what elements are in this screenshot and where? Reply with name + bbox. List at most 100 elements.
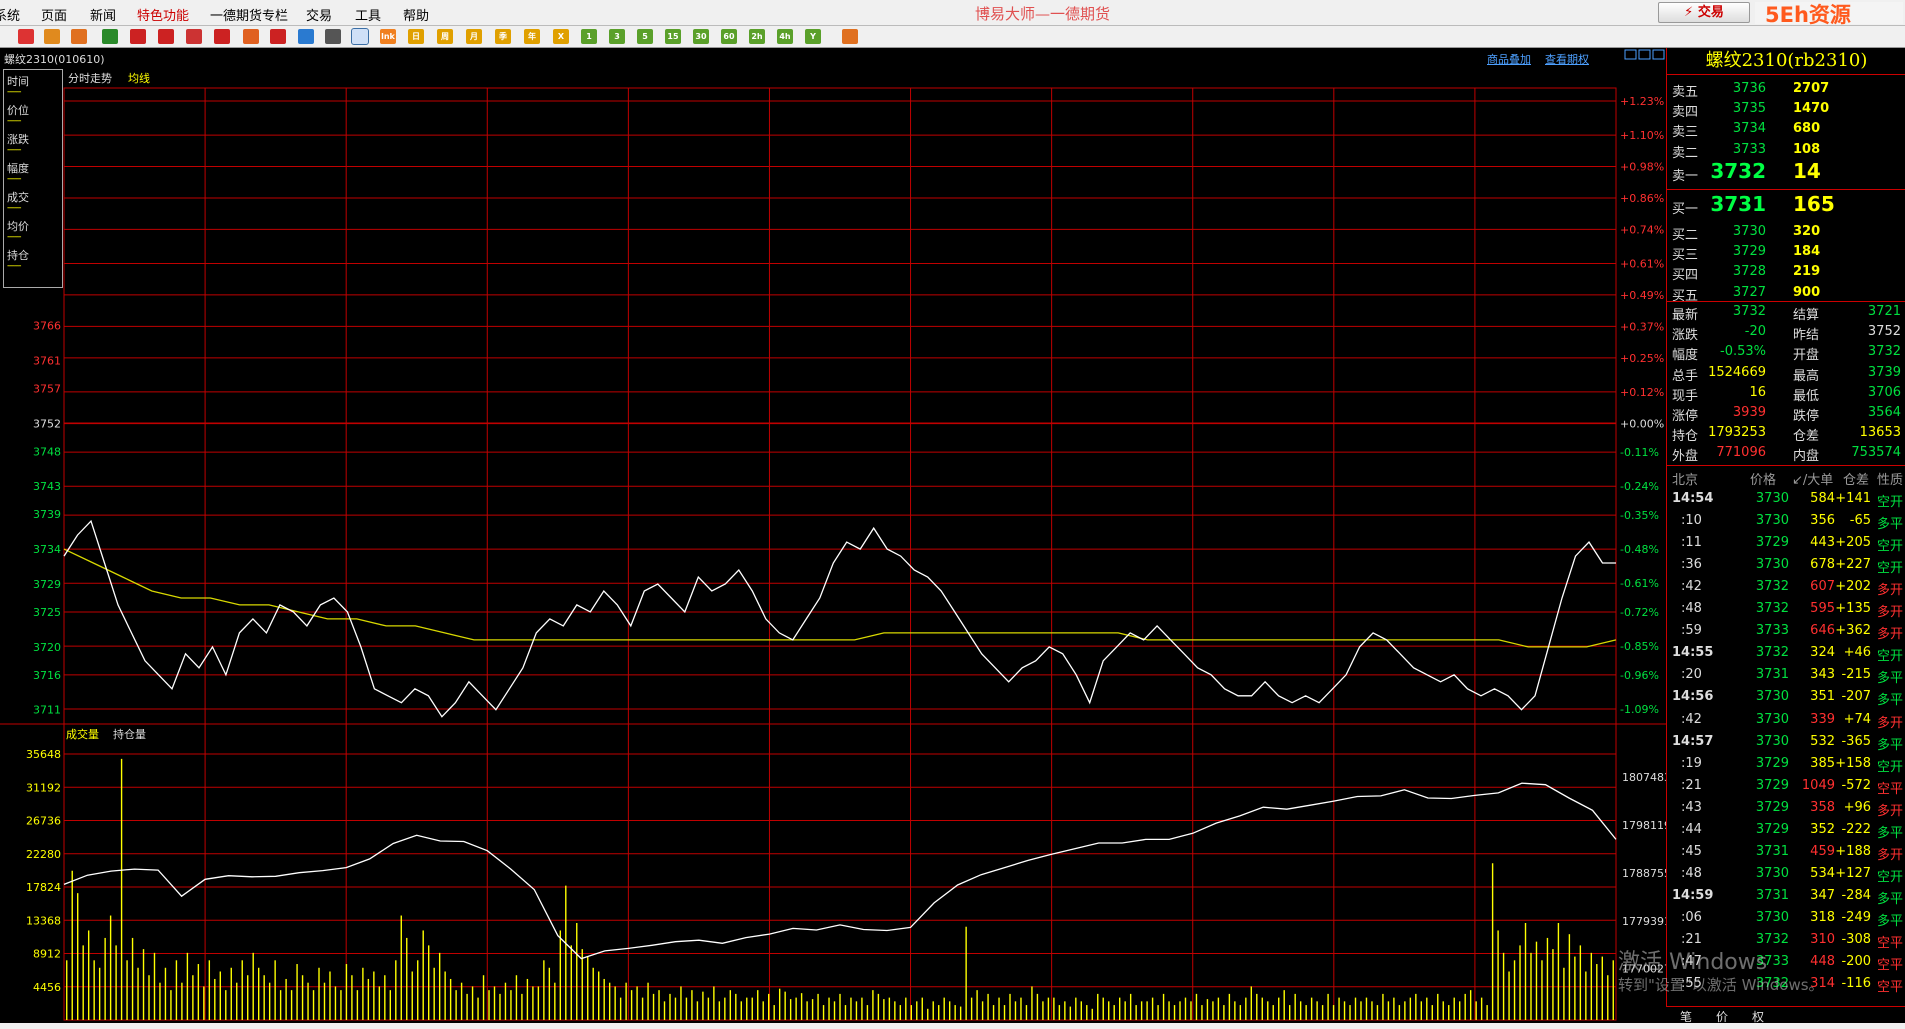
3min-icon[interactable]: 3 bbox=[609, 29, 625, 44]
refresh-icon[interactable] bbox=[102, 29, 118, 44]
stat-value: -20 bbox=[1744, 324, 1766, 340]
window-icon[interactable] bbox=[186, 29, 202, 44]
tick-oi-change: -116 bbox=[1841, 976, 1871, 992]
brush-icon[interactable] bbox=[243, 29, 259, 44]
60min-icon[interactable]: 60 bbox=[721, 29, 737, 44]
volume-tick-label: 4456 bbox=[33, 981, 61, 994]
4h-icon[interactable]: 4h bbox=[777, 29, 793, 44]
chart-restore-icon[interactable] bbox=[1624, 49, 1637, 60]
tick-row: :20 3731 343 -215 多平 bbox=[1667, 664, 1905, 686]
menu-page[interactable]: 页面 bbox=[41, 5, 67, 24]
stat-value: 3564 bbox=[1867, 405, 1901, 420]
home-icon[interactable] bbox=[18, 29, 34, 44]
month-icon[interactable]: 月 bbox=[466, 29, 482, 44]
price-tick-label: 3734 bbox=[33, 543, 61, 556]
oi-tick-label: 1807483 bbox=[1622, 771, 1666, 784]
zoom-out-icon[interactable] bbox=[158, 29, 174, 44]
bid-label: 买二 bbox=[1672, 228, 1699, 243]
tab-avg-line[interactable]: 均线 bbox=[128, 70, 150, 86]
menu-yide-column[interactable]: 一德期货专栏 bbox=[210, 5, 288, 24]
bid-label: 买三 bbox=[1672, 248, 1699, 264]
stat-value: 1524669 bbox=[1708, 364, 1766, 380]
stat-label: 内盘 bbox=[1793, 449, 1820, 465]
tick-oi-change: +96 bbox=[1843, 799, 1871, 815]
trade-button[interactable]: ⚡ 交易 bbox=[1658, 2, 1750, 23]
tick-volume: 343 bbox=[1810, 667, 1835, 683]
menu-tools[interactable]: 工具 bbox=[355, 5, 381, 24]
link-options[interactable]: 查看期权 bbox=[1545, 51, 1589, 67]
folder-icon[interactable] bbox=[44, 29, 60, 44]
pct-tick-label: -0.48% bbox=[1620, 543, 1659, 556]
tick-nature: 多开 bbox=[1876, 715, 1903, 731]
tick-time: :06 bbox=[1681, 909, 1702, 925]
calc-icon[interactable] bbox=[842, 29, 858, 44]
30min-icon[interactable]: 30 bbox=[693, 29, 709, 44]
tick-nature: 多开 bbox=[1876, 847, 1903, 863]
year-chart-icon[interactable]: Y bbox=[805, 29, 821, 44]
year-icon[interactable]: 年 bbox=[524, 29, 540, 44]
menu-system[interactable]: 系统 bbox=[0, 5, 20, 24]
tick-volume: 595 bbox=[1810, 601, 1835, 617]
chart-setup-icon[interactable] bbox=[298, 29, 314, 44]
tick-volume: 534 bbox=[1810, 865, 1835, 881]
pct-tick-label: +1.10% bbox=[1620, 129, 1664, 142]
pct-tick-label: +0.25% bbox=[1620, 352, 1664, 365]
tick-oi-change: +205 bbox=[1835, 535, 1871, 551]
quote-row: 卖一 3732 14 bbox=[1667, 159, 1905, 184]
5min-icon[interactable]: 5 bbox=[637, 29, 653, 44]
tick-row: 14:57 3730 532 -365 多平 bbox=[1667, 731, 1905, 753]
ask-volume: 680 bbox=[1793, 121, 1821, 137]
tick-header-price: 价格 bbox=[1750, 473, 1777, 488]
stat-label: 仓差 bbox=[1793, 429, 1820, 445]
oi-tick-label: 1798119 bbox=[1622, 819, 1666, 832]
season-icon[interactable]: 季 bbox=[495, 29, 511, 44]
quote-row: 买一 3731 165 bbox=[1667, 192, 1905, 217]
ask-label: 卖四 bbox=[1672, 105, 1699, 121]
filter-icon[interactable] bbox=[270, 29, 286, 44]
chart-close-icon[interactable] bbox=[1652, 49, 1665, 60]
menu-bar: 系统 页面 新闻 特色功能 一德期货专栏 交易 工具 帮助 博易大师—一德期货 … bbox=[0, 0, 1905, 53]
link-overlay[interactable]: 商品叠加 bbox=[1487, 51, 1531, 67]
tab-volume[interactable]: 成交量 bbox=[66, 726, 99, 742]
menu-news[interactable]: 新闻 bbox=[90, 5, 116, 24]
tick-row: :45 3731 459 +188 多开 bbox=[1667, 841, 1905, 863]
tick-row: :19 3729 385 +158 空开 bbox=[1667, 753, 1905, 775]
tick-nature: 多开 bbox=[1876, 627, 1903, 643]
2h-icon[interactable]: 2h bbox=[749, 29, 765, 44]
chart-maximize-icon[interactable] bbox=[1638, 49, 1651, 60]
cross-icon[interactable]: X bbox=[553, 29, 569, 44]
15min-icon[interactable]: 15 bbox=[665, 29, 681, 44]
ask-price: 3733 bbox=[1732, 141, 1766, 157]
list-icon[interactable] bbox=[71, 29, 87, 44]
tick-oi-change: -207 bbox=[1841, 689, 1871, 705]
pct-tick-label: +0.74% bbox=[1620, 223, 1664, 236]
legend-value: ------ bbox=[7, 116, 21, 126]
tick-volume: 1049 bbox=[1801, 777, 1835, 793]
stat-value: 3721 bbox=[1867, 304, 1901, 319]
1min-icon[interactable]: 1 bbox=[581, 29, 597, 44]
zoom-in-icon[interactable] bbox=[130, 29, 146, 44]
tab-open-interest[interactable]: 持仓量 bbox=[113, 726, 146, 742]
quote-row: 涨跌 -20 昨结 3752 bbox=[1667, 322, 1905, 343]
pct-tick-label: +1.23% bbox=[1620, 95, 1664, 108]
tick-price: 3733 bbox=[1755, 623, 1789, 639]
intraday-icon[interactable] bbox=[351, 28, 369, 45]
tab-intraday[interactable]: 分时走势 bbox=[68, 70, 112, 86]
tick-volume: 584 bbox=[1810, 491, 1835, 506]
pct-tick-label: -0.11% bbox=[1620, 446, 1659, 459]
open-interest-line bbox=[63, 782, 1617, 960]
pencil-icon[interactable] bbox=[214, 29, 230, 44]
intraday-chart[interactable]: +1.23% +1.10% +0.98% +0.86% +0.74% +0.61% +0.4… bbox=[0, 48, 1666, 1023]
week-icon[interactable]: 周 bbox=[437, 29, 453, 44]
tick-volume: 448 bbox=[1810, 954, 1835, 970]
menu-features[interactable]: 特色功能 bbox=[137, 5, 189, 24]
ask-volume: 2707 bbox=[1793, 81, 1830, 96]
pct-tick-label: +0.49% bbox=[1620, 289, 1664, 302]
tick-row: :42 3732 607 +202 多开 bbox=[1667, 576, 1905, 598]
day-icon[interactable]: 日 bbox=[408, 29, 424, 44]
table-icon[interactable] bbox=[325, 29, 341, 44]
tick-row: :10 3730 356 -65 多平 bbox=[1667, 510, 1905, 532]
menu-trade[interactable]: 交易 bbox=[306, 5, 332, 24]
kline-icon[interactable]: lnk bbox=[380, 29, 396, 44]
menu-help[interactable]: 帮助 bbox=[403, 5, 429, 24]
